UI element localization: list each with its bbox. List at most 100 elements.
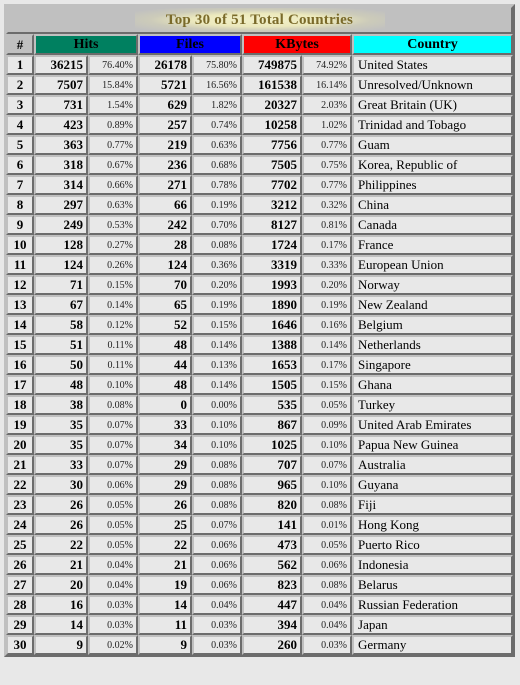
- cell-files: 242: [138, 215, 193, 235]
- cell-hits-percent: 15.84%: [88, 75, 139, 95]
- cell-files-percent: 0.36%: [192, 255, 243, 275]
- cell-kbytes-percent: 0.04%: [302, 615, 353, 635]
- cell-country: Netherlands: [352, 335, 513, 355]
- table-row: 20 35 0.07% 34 0.10% 1025 0.10% Papua New Guine…: [6, 435, 513, 455]
- cell-hits-percent: 0.11%: [88, 355, 139, 375]
- table-row: 5 363 0.77% 219 0.63% 7756 0.77% Guam: [6, 135, 513, 155]
- cell-hits-percent: 0.53%: [88, 215, 139, 235]
- cell-files-percent: 0.14%: [192, 335, 243, 355]
- cell-kbytes: 10258: [242, 115, 303, 135]
- column-header-num[interactable]: #: [6, 34, 34, 55]
- table-row: 1 36215 76.40% 26178 75.80% 749875 74.92% Unite…: [6, 55, 513, 75]
- cell-kbytes: 3212: [242, 195, 303, 215]
- table-row: 4 423 0.89% 257 0.74% 10258 1.02% Trinidad and …: [6, 115, 513, 135]
- cell-hits: 9: [34, 635, 88, 655]
- cell-hits: 36215: [34, 55, 88, 75]
- cell-kbytes: 20327: [242, 95, 303, 115]
- cell-rank: 6: [6, 155, 34, 175]
- cell-hits: 363: [34, 135, 88, 155]
- column-header-files[interactable]: Files: [138, 34, 243, 55]
- cell-hits-percent: 0.14%: [88, 295, 139, 315]
- cell-files-percent: 0.06%: [192, 575, 243, 595]
- cell-rank: 11: [6, 255, 34, 275]
- cell-hits: 124: [34, 255, 88, 275]
- cell-hits: 26: [34, 515, 88, 535]
- cell-country: Korea, Republic of: [352, 155, 513, 175]
- cell-kbytes: 7756: [242, 135, 303, 155]
- table-row: 10 128 0.27% 28 0.08% 1724 0.17% France: [6, 235, 513, 255]
- cell-hits-percent: 76.40%: [88, 55, 139, 75]
- cell-files-percent: 0.20%: [192, 275, 243, 295]
- cell-kbytes: 141: [242, 515, 303, 535]
- cell-rank: 14: [6, 315, 34, 335]
- cell-kbytes-percent: 0.04%: [302, 595, 353, 615]
- table-row: 7 314 0.66% 271 0.78% 7702 0.77% Philippines: [6, 175, 513, 195]
- cell-hits: 16: [34, 595, 88, 615]
- cell-kbytes-percent: 1.02%: [302, 115, 353, 135]
- table-row: 21 33 0.07% 29 0.08% 707 0.07% Australia: [6, 455, 513, 475]
- cell-hits: 26: [34, 495, 88, 515]
- column-header-kbytes[interactable]: KBytes: [242, 34, 353, 55]
- cell-files: 26178: [138, 55, 193, 75]
- cell-files: 33: [138, 415, 193, 435]
- cell-hits: 38: [34, 395, 88, 415]
- cell-kbytes: 820: [242, 495, 303, 515]
- cell-rank: 27: [6, 575, 34, 595]
- cell-files: 26: [138, 495, 193, 515]
- cell-files-percent: 0.04%: [192, 595, 243, 615]
- cell-hits: 128: [34, 235, 88, 255]
- cell-kbytes-percent: 0.32%: [302, 195, 353, 215]
- cell-files: 5721: [138, 75, 193, 95]
- column-header-country[interactable]: Country: [352, 34, 513, 55]
- cell-hits: 20: [34, 575, 88, 595]
- cell-hits: 7507: [34, 75, 88, 95]
- cell-country: Ghana: [352, 375, 513, 395]
- cell-rank: 29: [6, 615, 34, 635]
- cell-files: 29: [138, 475, 193, 495]
- cell-hits-percent: 0.12%: [88, 315, 139, 335]
- cell-country: Unresolved/Unknown: [352, 75, 513, 95]
- cell-files: 124: [138, 255, 193, 275]
- cell-hits-percent: 0.08%: [88, 395, 139, 415]
- cell-hits: 33: [34, 455, 88, 475]
- cell-country: Hong Kong: [352, 515, 513, 535]
- cell-files-percent: 0.68%: [192, 155, 243, 175]
- cell-kbytes-percent: 0.77%: [302, 135, 353, 155]
- cell-kbytes: 447: [242, 595, 303, 615]
- cell-kbytes-percent: 0.06%: [302, 555, 353, 575]
- cell-rank: 4: [6, 115, 34, 135]
- cell-files-percent: 0.78%: [192, 175, 243, 195]
- cell-files: 70: [138, 275, 193, 295]
- cell-files: 271: [138, 175, 193, 195]
- table-row: 18 38 0.08% 0 0.00% 535 0.05% Turkey: [6, 395, 513, 415]
- cell-kbytes: 1890: [242, 295, 303, 315]
- cell-country: Papua New Guinea: [352, 435, 513, 455]
- cell-country: Trinidad and Tobago: [352, 115, 513, 135]
- cell-rank: 22: [6, 475, 34, 495]
- cell-files: 29: [138, 455, 193, 475]
- cell-files: 48: [138, 375, 193, 395]
- cell-hits-percent: 0.63%: [88, 195, 139, 215]
- cell-files: 19: [138, 575, 193, 595]
- cell-kbytes: 1025: [242, 435, 303, 455]
- cell-kbytes-percent: 0.05%: [302, 535, 353, 555]
- cell-kbytes-percent: 0.14%: [302, 335, 353, 355]
- cell-files: 9: [138, 635, 193, 655]
- cell-kbytes-percent: 2.03%: [302, 95, 353, 115]
- cell-country: Russian Federation: [352, 595, 513, 615]
- cell-kbytes-percent: 0.07%: [302, 455, 353, 475]
- cell-country: Belgium: [352, 315, 513, 335]
- cell-hits: 21: [34, 555, 88, 575]
- cell-files: 28: [138, 235, 193, 255]
- cell-hits-percent: 0.10%: [88, 375, 139, 395]
- cell-hits: 22: [34, 535, 88, 555]
- cell-kbytes: 473: [242, 535, 303, 555]
- cell-kbytes: 7702: [242, 175, 303, 195]
- cell-hits-percent: 1.54%: [88, 95, 139, 115]
- cell-country: Indonesia: [352, 555, 513, 575]
- cell-kbytes: 8127: [242, 215, 303, 235]
- table-row: 12 71 0.15% 70 0.20% 1993 0.20% Norway: [6, 275, 513, 295]
- cell-kbytes: 1993: [242, 275, 303, 295]
- column-header-hits[interactable]: Hits: [34, 34, 139, 55]
- cell-files: 44: [138, 355, 193, 375]
